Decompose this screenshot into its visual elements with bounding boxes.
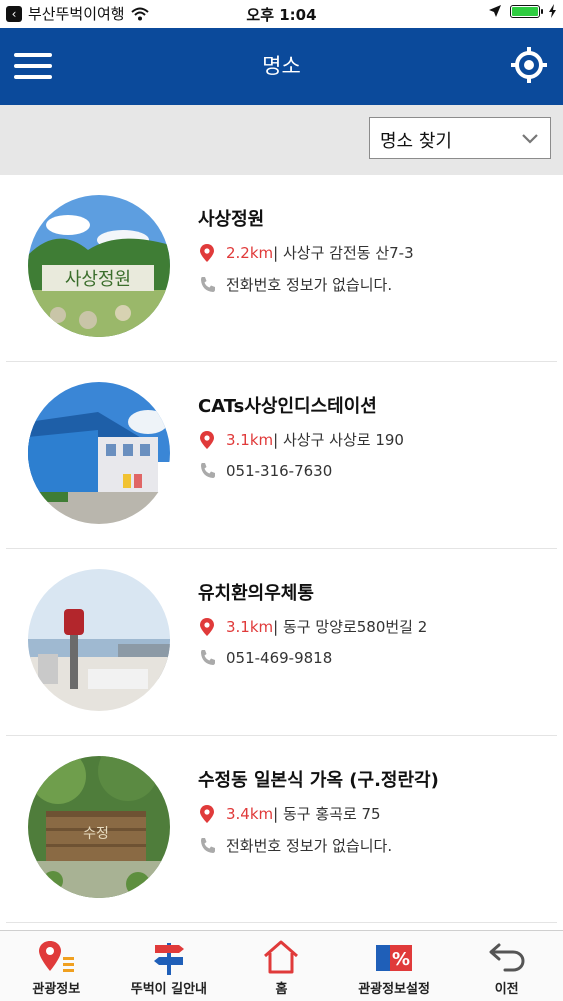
location-pin-icon	[200, 617, 214, 636]
nav-label: 이전	[494, 982, 519, 997]
nav-settings[interactable]: % 관광정보설정	[338, 931, 451, 1001]
svg-text:수정: 수정	[83, 826, 109, 842]
place-distance: 3.1km	[226, 617, 274, 636]
location-arrow-icon	[489, 5, 501, 17]
bottom-nav: 관광정보 뚜벅이 길안내 홈 % 관광정보설정 이전	[0, 930, 563, 1001]
nav-label: 관광정보설정	[358, 982, 430, 997]
nav-tourist-info[interactable]: 관광정보	[0, 931, 113, 1001]
home-icon	[264, 940, 299, 974]
crosshair-icon	[511, 47, 547, 83]
list-item-place[interactable]: 수정 수정동 일본식 가옥 (구.정란각) 3.4km | 동구 홍곡로 75 …	[6, 736, 557, 923]
status-bar: ‹ 부산뚜벅이여행 오후 1:04	[0, 0, 563, 28]
place-address: | 사상구 감전동 산7-3	[273, 244, 414, 262]
list-item-place[interactable]: 유치환의우체통 3.1km | 동구 망양로580번길 2 051-469-98…	[6, 549, 557, 736]
chevron-down-icon	[522, 134, 538, 144]
signpost-icon	[153, 943, 184, 975]
map-pin-list-icon	[39, 941, 75, 972]
place-phone: 전화번호 정보가 없습니다.	[226, 276, 393, 294]
charging-bolt-icon	[549, 4, 556, 18]
app-header: 명소	[0, 28, 563, 105]
nav-walking-guide[interactable]: 뚜벅이 길안내	[113, 931, 226, 1001]
place-photo: 수정	[28, 756, 170, 898]
place-photo: 사상정원	[28, 195, 170, 337]
place-name: 사상정원	[198, 209, 265, 230]
nav-label: 관광정보	[32, 982, 81, 997]
percent-card-icon: %	[376, 945, 413, 971]
place-name: CATs사상인디스테이션	[198, 396, 377, 417]
phone-icon	[201, 276, 215, 292]
svg-text:%: %	[392, 949, 410, 970]
place-distance: 2.2km	[226, 243, 274, 262]
phone-icon	[201, 463, 215, 478]
place-name: 유치환의우체통	[198, 583, 314, 604]
place-phone: 전화번호 정보가 없습니다.	[226, 837, 393, 855]
current-location-button[interactable]	[509, 45, 549, 85]
status-time: 오후 1:04	[246, 6, 317, 24]
place-photo	[28, 569, 170, 711]
place-distance: 3.1km	[226, 430, 274, 449]
place-name: 수정동 일본식 가옥 (구.정란각)	[198, 770, 439, 791]
nav-label: 홈	[275, 982, 288, 997]
place-search-dropdown[interactable]: 명소 찾기	[369, 117, 551, 159]
nav-back[interactable]: 이전	[450, 931, 563, 1001]
place-phone: 051-469-9818	[226, 649, 333, 667]
svg-text:사상정원: 사상정원	[65, 269, 131, 290]
nav-home[interactable]: 홈	[225, 931, 338, 1001]
place-address: | 동구 홍곡로 75	[273, 805, 381, 823]
nav-label: 뚜벅이 길안내	[130, 982, 208, 997]
location-pin-icon	[200, 243, 214, 262]
phone-icon	[201, 837, 215, 853]
page-title: 명소	[262, 54, 301, 78]
filter-bar: 명소 찾기	[0, 105, 563, 175]
list-item-place[interactable]: 사상정원 사상정원 2.2km | 사상구 감전동 산7-3 전화번호 정보가 …	[6, 175, 557, 362]
location-pin-icon	[200, 430, 214, 449]
place-address: | 사상구 사상로 190	[273, 431, 404, 449]
place-distance: 3.4km	[226, 804, 274, 823]
phone-icon	[201, 650, 215, 665]
undo-arrow-icon	[489, 943, 525, 972]
place-phone: 051-316-7630	[226, 462, 333, 480]
location-pin-icon	[200, 804, 214, 823]
place-photo	[28, 382, 170, 524]
battery-icon	[510, 4, 543, 18]
place-list: 사상정원 사상정원 2.2km | 사상구 감전동 산7-3 전화번호 정보가 …	[0, 175, 563, 923]
dropdown-selected-label: 명소 찾기	[380, 131, 452, 152]
list-item-place[interactable]: CATs사상인디스테이션 3.1km | 사상구 사상로 190 051-316…	[6, 362, 557, 549]
place-address: | 동구 망양로580번길 2	[273, 618, 428, 636]
